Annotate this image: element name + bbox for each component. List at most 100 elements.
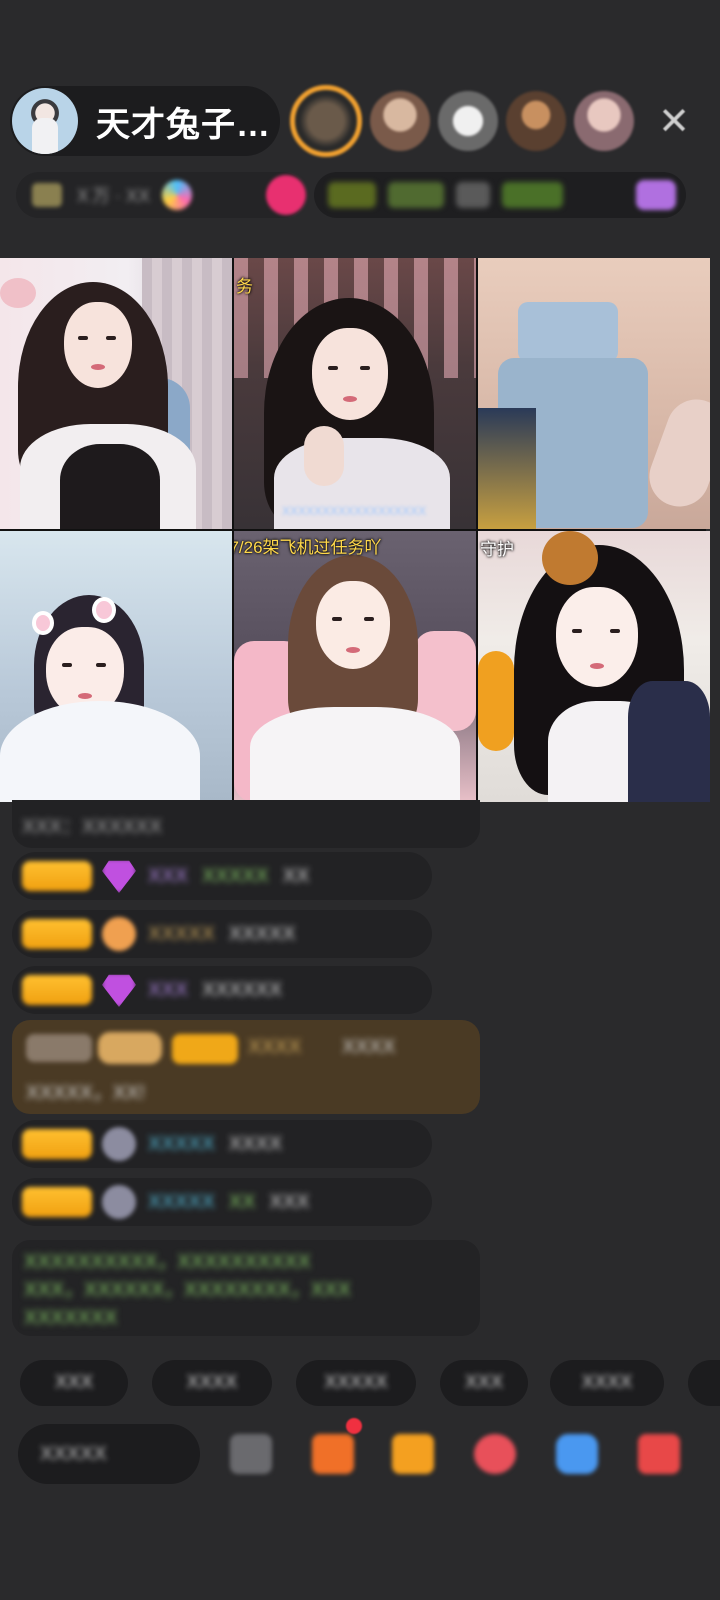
system-notice-message: XXXXXXXXXX，XXXXXXXXXX XXX，XXXXXX，XXXXXXX… bbox=[12, 1240, 480, 1336]
chat-message[interactable]: XXXXX XXXXX bbox=[12, 910, 432, 958]
video-tile[interactable] bbox=[0, 531, 232, 802]
quick-reply-button[interactable]: XXXX bbox=[152, 1360, 272, 1406]
room-info-text: Ｘ万 · XX bbox=[74, 186, 151, 206]
video-tile[interactable] bbox=[0, 258, 232, 529]
vip-chat-message[interactable]: XXXX XXXX XXXXX，XX! bbox=[12, 1020, 480, 1114]
quick-reply-button[interactable]: XXXXX bbox=[296, 1360, 416, 1406]
room-tag bbox=[456, 182, 491, 208]
poster-decoration bbox=[478, 408, 536, 529]
quick-reply-button[interactable]: XXX bbox=[20, 1360, 128, 1406]
hand-decoration bbox=[304, 426, 344, 486]
activity-icon[interactable] bbox=[636, 180, 676, 210]
chat-message[interactable]: XXXXX XX XXX bbox=[12, 1178, 432, 1226]
chat-text: XXXX bbox=[228, 1132, 283, 1155]
ear-decoration bbox=[92, 597, 116, 623]
room-info-bar[interactable]: Ｘ万 · XX bbox=[16, 172, 306, 218]
streamer-face bbox=[316, 581, 390, 669]
close-icon[interactable]: ✕ bbox=[652, 100, 696, 144]
game-icon[interactable] bbox=[556, 1434, 598, 1474]
room-tags-bar[interactable] bbox=[314, 172, 686, 218]
chat-username[interactable]: XXXX bbox=[248, 1036, 301, 1059]
plush-toy-decoration bbox=[478, 651, 514, 751]
gift-box-icon[interactable] bbox=[392, 1434, 434, 1474]
streamer-fur-coat bbox=[0, 701, 200, 802]
ear-decoration bbox=[32, 611, 54, 635]
level-badge bbox=[22, 919, 92, 949]
streamer-jacket bbox=[628, 681, 710, 802]
chat-text: XXX：XXXXXX bbox=[22, 815, 163, 838]
chat-text: XX bbox=[282, 864, 310, 887]
rank-icon bbox=[162, 180, 193, 210]
streamer-face bbox=[312, 328, 388, 420]
chat-message[interactable]: XXX XXXXX XX bbox=[12, 852, 432, 900]
level-badge bbox=[22, 1129, 92, 1159]
quick-reply-button[interactable]: XXXX bbox=[550, 1360, 664, 1406]
chat-text: XXXX bbox=[342, 1036, 396, 1058]
video-tile[interactable]: 务 XXXXXXXXXXXXXXXXXX bbox=[234, 258, 476, 529]
streamer-body bbox=[250, 707, 460, 802]
guest-badge-icon bbox=[102, 1185, 136, 1219]
level-badge bbox=[22, 975, 92, 1005]
room-tag bbox=[387, 182, 445, 208]
video-tile[interactable]: 27/26架飞机过任务吖 bbox=[234, 531, 476, 802]
chat-target: XX bbox=[228, 1190, 256, 1213]
video-tile[interactable]: 守护 bbox=[478, 531, 710, 802]
host-info-pill[interactable]: 天才兔子… bbox=[10, 86, 280, 156]
fan-badge-icon bbox=[102, 917, 136, 951]
gift-icon[interactable] bbox=[266, 175, 306, 215]
viewer-avatar[interactable] bbox=[506, 91, 566, 151]
chat-message[interactable]: XXX XXXXXX bbox=[12, 966, 432, 1014]
streamer-face bbox=[556, 587, 638, 687]
vip-badge bbox=[98, 1032, 162, 1064]
level-badge bbox=[172, 1034, 238, 1064]
level-badge bbox=[26, 1034, 92, 1062]
chat-username[interactable]: XXX bbox=[148, 865, 188, 888]
diamond-icon bbox=[102, 860, 136, 893]
chat-username[interactable]: XXXXX bbox=[148, 923, 215, 946]
coin-icon bbox=[32, 183, 62, 207]
chat-username[interactable]: XXX bbox=[148, 979, 188, 1002]
streamer-face bbox=[64, 302, 132, 388]
chat-message[interactable]: XXXXX XXXX bbox=[12, 1120, 432, 1168]
top-viewers-list bbox=[290, 84, 642, 158]
host-name: 天才兔子… bbox=[96, 105, 271, 144]
tile-overlay-text: 27/26架飞机过任务吖 bbox=[234, 538, 382, 557]
heart-gift-icon[interactable] bbox=[474, 1434, 516, 1474]
chair-decoration bbox=[518, 302, 618, 362]
viewer-avatar[interactable] bbox=[370, 91, 430, 151]
viewer-avatar[interactable] bbox=[290, 85, 362, 157]
task-icon[interactable] bbox=[312, 1434, 354, 1474]
guest-badge-icon bbox=[102, 1127, 136, 1161]
bear-hairpin-decoration bbox=[542, 531, 598, 585]
chat-text: XXXXX，XX! bbox=[26, 1082, 145, 1104]
gift-icon[interactable] bbox=[638, 1434, 680, 1474]
level-badge bbox=[22, 1187, 92, 1217]
tile-subtitle: XXXXXXXXXXXXXXXXXX bbox=[282, 504, 427, 518]
chat-text: XXXXX bbox=[228, 922, 296, 945]
host-avatar[interactable] bbox=[12, 88, 78, 154]
room-tag bbox=[328, 182, 376, 208]
tile-overlay-text: 守护 bbox=[480, 540, 514, 559]
chat-target: XXXXX bbox=[202, 864, 269, 887]
quick-reply-button[interactable]: XXX bbox=[440, 1360, 528, 1406]
system-notice-line: XXXXXXX bbox=[24, 1307, 118, 1329]
diamond-icon bbox=[102, 974, 136, 1007]
video-tile[interactable] bbox=[478, 258, 710, 529]
room-tag bbox=[502, 182, 564, 208]
more-icon[interactable] bbox=[230, 1434, 272, 1474]
level-badge bbox=[22, 861, 92, 891]
chat-username[interactable]: XXXXX bbox=[148, 1133, 215, 1156]
arm-decoration bbox=[640, 391, 710, 515]
system-notice-line: XXX，XXXXXX，XXXXXXXX，XXX bbox=[24, 1279, 351, 1301]
flower-decoration bbox=[0, 278, 36, 308]
chat-message[interactable]: XXX：XXXXXX bbox=[12, 800, 480, 848]
chat-text: XXXXXX bbox=[202, 978, 283, 1001]
viewer-avatar[interactable] bbox=[438, 91, 498, 151]
chat-username[interactable]: XXXXX bbox=[148, 1191, 215, 1214]
multi-guest-video-grid: 务 XXXXXXXXXXXXXXXXXX 27/26架飞机过任务吖 守护 bbox=[0, 258, 710, 802]
chat-input[interactable]: XXXXX bbox=[18, 1424, 200, 1484]
system-notice-line: XXXXXXXXXX，XXXXXXXXXX bbox=[24, 1251, 311, 1273]
streamer-top bbox=[60, 444, 160, 529]
quick-reply-button[interactable] bbox=[688, 1360, 720, 1406]
viewer-avatar[interactable] bbox=[574, 91, 634, 151]
